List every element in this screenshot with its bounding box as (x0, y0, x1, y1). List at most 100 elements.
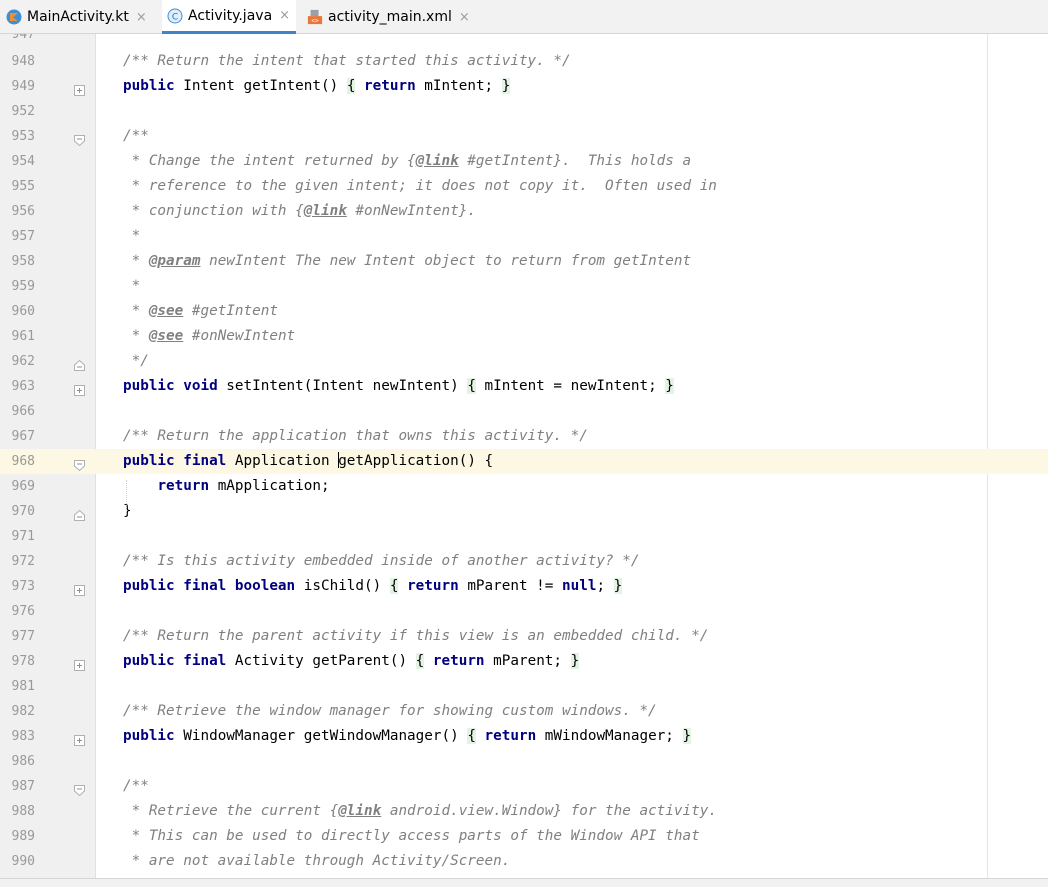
code-text: /** Return the application that owns thi… (123, 424, 588, 449)
brace-highlight: { (415, 653, 425, 669)
code-line[interactable]: 948 /** Return the intent that started th… (0, 49, 1048, 74)
code-editor[interactable]: 947 948 /** Return the intent that starte… (0, 34, 1048, 878)
code-token: setIntent(Intent newIntent) (217, 378, 468, 394)
line-number: 953 (11, 129, 35, 144)
code-line[interactable]: 970} (0, 499, 1048, 524)
fold-end-icon[interactable] (74, 506, 85, 521)
code-comment: * Change the intent returned by { (123, 153, 416, 169)
code-line[interactable]: 987 /** (0, 774, 1048, 799)
line-number: 973 (11, 579, 35, 594)
code-comment: * (123, 278, 141, 294)
line-number: 949 (11, 79, 35, 94)
indent-guide (126, 480, 128, 514)
line-number: 960 (11, 304, 35, 319)
code-line[interactable]: 973 public final boolean isChild() { retu… (0, 574, 1048, 599)
code-comment: #onNewIntent (183, 328, 296, 344)
code-token: getApplication() { (338, 453, 494, 469)
code-line[interactable]: 990 * are not available through Activity… (0, 849, 1048, 874)
code-line[interactable]: 952 (0, 99, 1048, 124)
code-line[interactable]: 967 /** Return the application that owns … (0, 424, 1048, 449)
line-number: 981 (11, 679, 35, 694)
fold-collapse-icon[interactable] (74, 781, 85, 797)
code-line[interactable]: 977 /** Return the parent activity if thi… (0, 624, 1048, 649)
code-line[interactable]: 986 (0, 749, 1048, 774)
code-line[interactable]: 961 * @see #onNewIntent (0, 324, 1048, 349)
fold-expand-icon[interactable] (74, 381, 85, 396)
close-icon[interactable]: × (279, 8, 290, 23)
code-line[interactable]: 981 (0, 674, 1048, 699)
code-keyword: public final (123, 653, 227, 669)
code-line[interactable]: 963 public void setIntent(Intent newInten… (0, 374, 1048, 399)
code-token: isChild() (295, 578, 390, 594)
line-number: 977 (11, 629, 35, 644)
code-line[interactable]: 978 public final Activity getParent() { r… (0, 649, 1048, 674)
tab-activity-main-xml[interactable]: <> activity_main.xml × (307, 0, 470, 34)
code-line[interactable]: 972 /** Is this activity embedded inside … (0, 549, 1048, 574)
code-line[interactable]: 959 * (0, 274, 1048, 299)
fold-collapse-icon[interactable] (74, 131, 85, 147)
code-comment: * are not available through Activity/Scr… (123, 853, 511, 869)
java-class-icon: C (167, 8, 183, 24)
code-line[interactable]: 982 /** Retrieve the window manager for s… (0, 699, 1048, 724)
code-line[interactable]: 966 (0, 399, 1048, 424)
code-line[interactable]: 953 /** (0, 124, 1048, 149)
code-line[interactable]: 969 return mApplication; (0, 474, 1048, 499)
code-line[interactable]: 971 (0, 524, 1048, 549)
code-line[interactable]: 976 (0, 599, 1048, 624)
code-token: mIntent = newIntent; (475, 378, 666, 394)
code-comment: /** Return the intent that started this … (123, 53, 571, 69)
code-keyword: return (432, 653, 485, 669)
tab-label: MainActivity.kt (27, 9, 129, 25)
code-line[interactable]: 960 * @see #getIntent (0, 299, 1048, 324)
code-text: * This can be used to directly access pa… (123, 824, 700, 849)
code-line[interactable]: 983 public WindowManager getWindowManager… (0, 724, 1048, 749)
fold-expand-icon[interactable] (74, 656, 85, 671)
code-line[interactable]: 955 * reference to the given intent; it … (0, 174, 1048, 199)
code-text: * conjunction with {@link #onNewIntent}. (123, 199, 476, 224)
brace-highlight: { (467, 728, 476, 744)
code-line[interactable]: 968 public final Application getApplicati… (0, 449, 1048, 474)
tab-activity-java[interactable]: C Activity.java × (162, 0, 296, 34)
code-token: Activity getParent() (226, 653, 416, 669)
brace-highlight: } (501, 78, 511, 94)
line-number: 954 (11, 154, 35, 169)
fold-collapse-icon[interactable] (74, 456, 85, 472)
code-line[interactable]: 957 * (0, 224, 1048, 249)
line-number: 962 (11, 354, 35, 369)
fold-expand-icon[interactable] (74, 81, 85, 96)
code-keyword: return (364, 78, 416, 94)
line-number: 982 (11, 704, 35, 719)
fold-end-icon[interactable] (74, 356, 85, 371)
code-line[interactable]: 956 * conjunction with {@link #onNewInte… (0, 199, 1048, 224)
code-token: mParent != (458, 578, 563, 594)
code-line[interactable]: 958 * @param newIntent The new Intent ob… (0, 249, 1048, 274)
code-line[interactable]: 989 * This can be used to directly acces… (0, 824, 1048, 849)
brace-highlight: } (665, 378, 674, 394)
code-text: public Intent getIntent() { return mInte… (123, 74, 511, 99)
close-icon[interactable]: × (136, 10, 147, 25)
tab-mainactivity-kt[interactable]: MainActivity.kt × (6, 0, 152, 34)
code-comment: #getIntent (183, 303, 278, 319)
code-line[interactable]: 962 */ (0, 349, 1048, 374)
code-comment: * (123, 228, 141, 244)
code-line[interactable]: 988 * Retrieve the current {@link androi… (0, 799, 1048, 824)
javadoc-tag: @link (415, 153, 459, 169)
line-number: 961 (11, 329, 35, 344)
brace-highlight: { (467, 378, 476, 394)
fold-expand-icon[interactable] (74, 731, 85, 746)
close-icon[interactable]: × (459, 10, 470, 25)
line-number: 963 (11, 379, 35, 394)
fold-expand-icon[interactable] (74, 581, 85, 596)
line-number: 989 (11, 829, 35, 844)
code-line[interactable]: 954 * Change the intent returned by {@li… (0, 149, 1048, 174)
line-number: 958 (11, 254, 35, 269)
code-token: Application (226, 453, 339, 469)
code-line[interactable]: 949 public Intent getIntent() { return mI… (0, 74, 1048, 99)
brace-highlight: } (613, 578, 623, 594)
kotlin-file-icon (6, 9, 22, 25)
code-token: mIntent; (415, 78, 502, 94)
